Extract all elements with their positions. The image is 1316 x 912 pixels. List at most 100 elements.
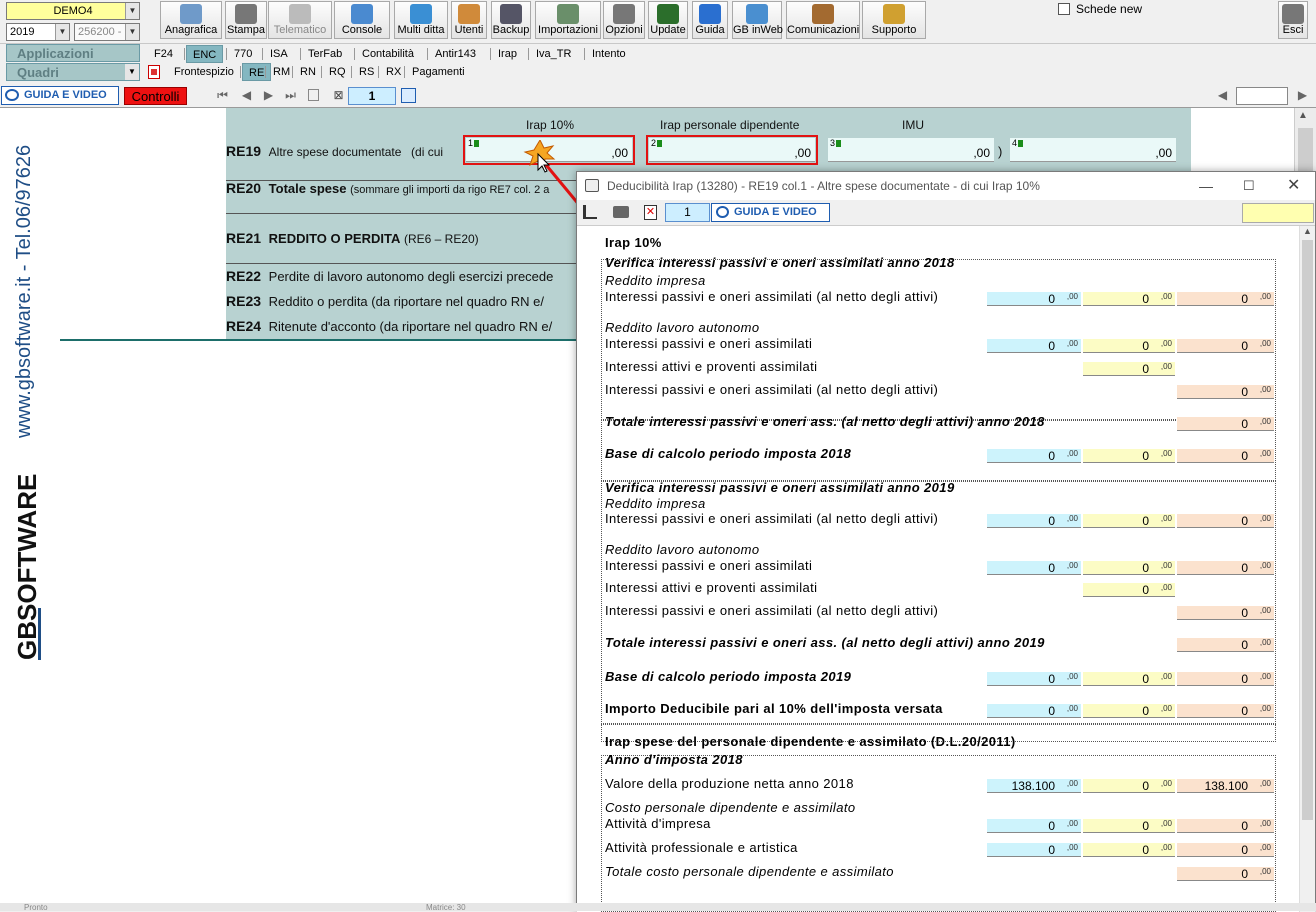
value-field-c1[interactable]: 0,00 — [987, 704, 1081, 718]
value-field-c2[interactable]: 0,00 — [1083, 672, 1175, 686]
value-field-c2[interactable]: 0,00 — [1083, 843, 1175, 857]
telematico-button[interactable]: Telematico — [268, 1, 332, 39]
backup-button[interactable]: Backup — [491, 1, 531, 39]
schede-new-checkbox[interactable] — [1058, 3, 1070, 15]
tab-intento[interactable]: Intento — [586, 45, 632, 63]
dialog-scroll-thumb[interactable] — [1302, 240, 1313, 820]
update-button[interactable]: Update — [648, 1, 688, 39]
dialog-guida-video-button[interactable]: GUIDA E VIDEO — [711, 203, 830, 222]
value-field-c3[interactable]: 0,00 — [1177, 417, 1274, 431]
comunicazioni-button[interactable]: Comunicazioni — [786, 1, 860, 39]
gb-inweb-button[interactable]: GB inWeb — [732, 1, 783, 39]
dialog-scrollbar[interactable]: ▲ — [1299, 226, 1315, 912]
value-field-c3[interactable]: 0,00 — [1177, 292, 1274, 306]
value-field-c2[interactable]: 0,00 — [1083, 292, 1175, 306]
year-select[interactable]: 2019 ▼ — [6, 23, 70, 41]
tab-terfab[interactable]: TerFab — [302, 45, 348, 63]
tab-770[interactable]: 770 — [228, 45, 258, 63]
exit-dialog-icon[interactable] — [583, 205, 597, 219]
code-select[interactable]: 256200 - ▼ — [74, 23, 140, 41]
print-icon[interactable] — [613, 206, 629, 218]
delete-icon[interactable]: ✕ — [644, 205, 657, 220]
scroll-left-icon[interactable]: ◀ — [1216, 89, 1229, 102]
tab-contabilit-[interactable]: Contabilità — [356, 45, 420, 63]
scroll-right-icon[interactable]: ▶ — [1296, 89, 1309, 102]
search-page-icon[interactable] — [401, 88, 416, 103]
value-field-c2[interactable]: 0,00 — [1083, 779, 1175, 793]
value-field-c1[interactable]: 0,00 — [987, 514, 1081, 528]
value-field-c1[interactable]: 0,00 — [987, 819, 1081, 833]
tab-rn[interactable]: RN — [294, 63, 322, 81]
chevron-down-icon[interactable]: ▼ — [125, 3, 139, 19]
prev-page-icon[interactable]: ◀ — [240, 89, 253, 102]
scroll-up-icon[interactable]: ▲ — [1298, 110, 1308, 121]
dialog-page-field[interactable]: 1 — [665, 203, 710, 222]
value-field-c1[interactable]: 0,00 — [987, 339, 1081, 353]
applicazioni-select[interactable]: Applicazioni — [6, 44, 140, 62]
last-page-icon[interactable]: ⏭ — [284, 89, 297, 102]
nav-input[interactable] — [1236, 87, 1288, 105]
value-field-c3[interactable]: 138.100 ,00 — [1177, 779, 1274, 793]
tab-pagamenti[interactable]: Pagamenti — [406, 63, 471, 81]
value-field-c3[interactable]: 0,00 — [1177, 385, 1274, 399]
tab-antir143[interactable]: Antir143 — [429, 45, 482, 63]
tab-frontespizio[interactable]: Frontespizio — [168, 63, 240, 81]
utenti-button[interactable]: Utenti — [451, 1, 487, 39]
value-field-c3[interactable]: 0,00 — [1177, 606, 1274, 620]
value-field-c2[interactable]: 0,00 — [1083, 514, 1175, 528]
maximize-icon[interactable]: ☐ — [1243, 172, 1255, 200]
value-field-c1[interactable]: 0,00 — [987, 292, 1081, 306]
tab-rs[interactable]: RS — [353, 63, 380, 81]
value-field-c3[interactable]: 0,00 — [1177, 561, 1274, 575]
esci-button[interactable]: Esci — [1278, 1, 1308, 39]
supporto-button[interactable]: Supporto — [862, 1, 926, 39]
close-icon[interactable]: ✕ — [1287, 172, 1300, 200]
page-number-field[interactable]: 1 — [348, 87, 396, 105]
value-field-c1[interactable]: 0,00 — [987, 561, 1081, 575]
value-field-c3[interactable]: 0,00 — [1177, 672, 1274, 686]
chevron-down-icon[interactable]: ▼ — [125, 24, 139, 40]
dialog-yellow-field[interactable] — [1242, 203, 1314, 223]
value-field-c3[interactable]: 0,00 — [1177, 514, 1274, 528]
stampa-button[interactable]: Stampa — [225, 1, 267, 39]
value-field-c3[interactable]: 0,00 — [1177, 704, 1274, 718]
value-field-c1[interactable]: 0,00 — [987, 449, 1081, 463]
pdf-icon[interactable] — [148, 65, 160, 79]
next-page-icon[interactable]: ▶ — [262, 89, 275, 102]
console-button[interactable]: Console — [334, 1, 390, 39]
value-field-c3[interactable]: 0,00 — [1177, 339, 1274, 353]
re19-col4-field[interactable]: 4,00 — [1010, 138, 1176, 162]
value-field-c3[interactable]: 0,00 — [1177, 819, 1274, 833]
value-field-c3[interactable]: 0,00 — [1177, 638, 1274, 652]
value-field-c2[interactable]: 0,00 — [1083, 704, 1175, 718]
value-field-c2[interactable]: 0,00 — [1083, 561, 1175, 575]
value-field-c1[interactable]: 0,00 — [987, 843, 1081, 857]
controlli-button[interactable]: Controlli — [124, 87, 187, 105]
scroll-up-icon[interactable]: ▲ — [1303, 226, 1312, 236]
multi-ditta-button[interactable]: Multi ditta — [394, 1, 448, 39]
value-field-c2[interactable]: 0,00 — [1083, 583, 1175, 597]
opzioni-button[interactable]: Opzioni — [603, 1, 645, 39]
value-field-c2[interactable]: 0,00 — [1083, 449, 1175, 463]
tab-iva-tr[interactable]: Iva_TR — [530, 45, 577, 63]
importazioni-button[interactable]: Importazioni — [535, 1, 601, 39]
copy-page-icon[interactable] — [308, 89, 319, 101]
value-field-c2[interactable]: 0,00 — [1083, 819, 1175, 833]
value-field-c3[interactable]: 0,00 — [1177, 867, 1274, 881]
tab-irap[interactable]: Irap — [492, 45, 523, 63]
tab-rq[interactable]: RQ — [323, 63, 352, 81]
chevron-down-icon[interactable]: ▼ — [125, 64, 139, 80]
tab-isa[interactable]: ISA — [264, 45, 294, 63]
value-field-c3[interactable]: 0,00 — [1177, 843, 1274, 857]
anagrafica-button[interactable]: Anagrafica — [160, 1, 222, 39]
tab-enc[interactable]: ENC — [186, 45, 224, 63]
quadri-select[interactable]: Quadri ▼ — [6, 63, 140, 81]
chevron-down-icon[interactable]: ▼ — [55, 24, 69, 40]
company-select[interactable]: DEMO4 ▼ — [6, 2, 140, 20]
delete-page-icon[interactable]: ⊠ — [332, 89, 345, 102]
re19-col3-field[interactable]: 3,00 — [828, 138, 994, 162]
tab-f24[interactable]: F24 — [148, 45, 179, 63]
guida-button[interactable]: Guida — [692, 1, 728, 39]
minimize-icon[interactable]: — — [1199, 172, 1213, 200]
guida-video-button[interactable]: GUIDA E VIDEO — [1, 86, 119, 105]
